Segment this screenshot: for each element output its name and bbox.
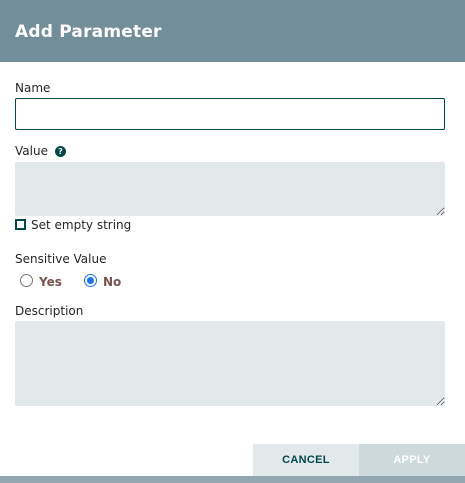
sensitive-no-radio[interactable] [84,274,97,287]
cancel-button[interactable]: CANCEL [253,444,359,476]
name-input[interactable] [15,98,445,130]
sensitive-no-label[interactable]: No [103,275,121,289]
set-empty-string-label[interactable]: Set empty string [31,218,131,232]
set-empty-string-checkbox[interactable] [15,219,26,230]
help-icon[interactable]: ? [55,146,66,157]
description-textarea[interactable] [15,321,445,406]
value-label: Value [15,144,48,158]
dialog-footer-edge [0,476,465,483]
dialog-title: Add Parameter [15,22,162,42]
apply-button[interactable]: APPLY [359,444,465,476]
sensitive-value-label: Sensitive Value [15,252,107,266]
add-parameter-dialog: Add Parameter Name Value ? Set empty str… [0,0,465,483]
sensitive-yes-radio[interactable] [20,274,33,287]
dialog-header: Add Parameter [0,0,465,62]
sensitive-yes-label[interactable]: Yes [39,275,62,289]
value-textarea[interactable] [15,162,445,216]
description-label: Description [15,304,84,318]
name-label: Name [15,81,51,95]
